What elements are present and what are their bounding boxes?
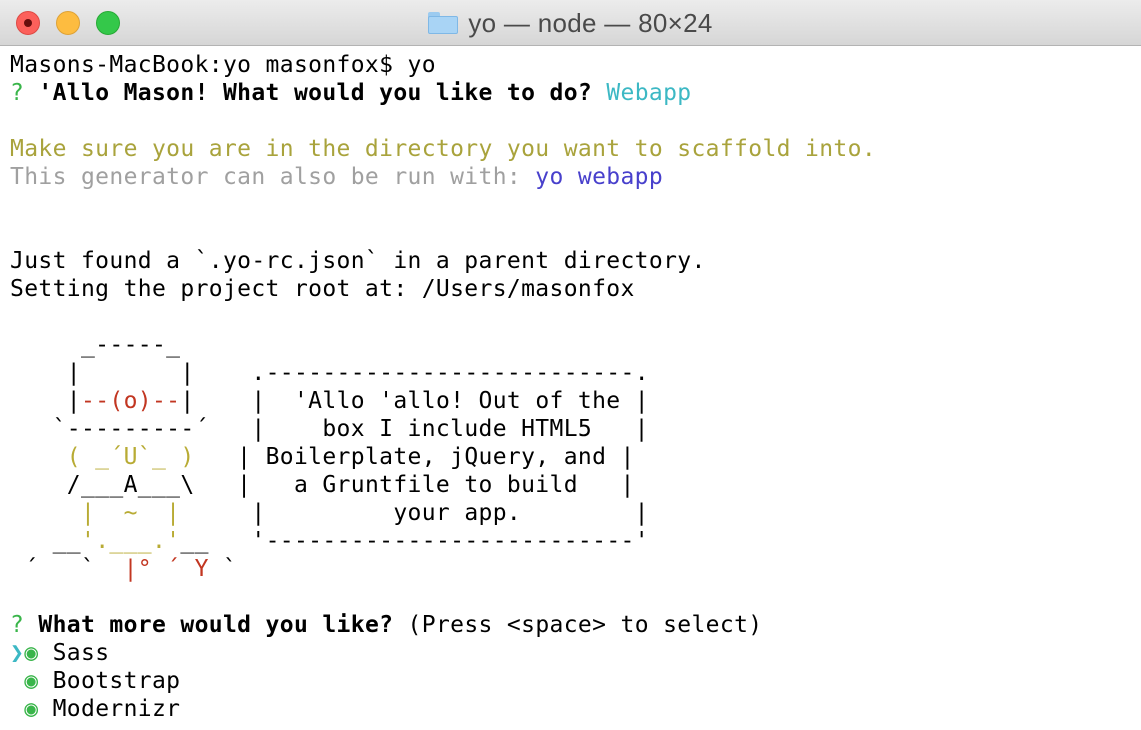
folder-icon — [428, 12, 459, 34]
art-line-3-end: | — [180, 388, 195, 414]
art-line-6: /___A___\ — [10, 472, 195, 498]
art-line-8: __ — [10, 528, 81, 554]
prompt-line: Masons-MacBook:yo masonfox$ yo — [10, 52, 436, 78]
speech-bubble-top: .--------------------------. — [194, 360, 649, 386]
speech-bubble-line-2: | box I include HTML5 | — [208, 416, 649, 442]
found-line: Just found a `.yo-rc.json` in a parent d… — [10, 248, 706, 274]
art-line-4: `---------´ — [10, 416, 209, 442]
art-line-1: _-----_ — [10, 332, 181, 358]
info-command: yo webapp — [535, 164, 664, 190]
question-answer: Webapp — [606, 80, 692, 106]
option-sass[interactable]: Sass — [53, 640, 110, 666]
speech-bubble-line-1: | 'Allo 'allo! Out of the | — [194, 388, 649, 414]
terminal-window: yo — node — 80×24 Masons-MacBook:yo maso… — [0, 0, 1141, 730]
speech-bubble-bottom: '--------------------------' — [208, 528, 649, 554]
question-text: 'Allo Mason! What would you like to do? — [38, 80, 593, 106]
yeoman-feet: |° ´ Y — [123, 556, 209, 582]
question-hint: (Press <space> to select) — [407, 612, 763, 638]
yeoman-eyes: --(o)-- — [81, 388, 181, 414]
yeoman-belt: '.___.' — [81, 528, 181, 554]
checkbox-icon[interactable]: ◉ — [24, 668, 38, 694]
info-line: Make sure you are in the directory you w… — [10, 136, 877, 162]
checkbox-icon[interactable]: ◉ — [24, 696, 38, 722]
terminal-output: Masons-MacBook:yo masonfox$ yo ? 'Allo M… — [10, 51, 1130, 723]
option-bootstrap[interactable]: Bootstrap — [53, 668, 181, 694]
question-text-2: What more would you like? — [38, 612, 394, 638]
window-title: yo — node — 80×24 — [468, 7, 713, 38]
speech-bubble-line-3: | Boilerplate, jQuery, and | — [194, 444, 635, 470]
yeoman-body: | ~ | — [10, 500, 181, 526]
title-area: yo — node — 80×24 — [0, 0, 1141, 46]
question-mark-2: ? — [10, 612, 25, 638]
info-hint: This generator can also be run with: — [10, 164, 536, 190]
art-line-8-end: __ — [180, 528, 209, 554]
checkbox-icon[interactable]: ◉ — [24, 640, 38, 666]
question-mark: ? — [10, 80, 25, 106]
yeoman-face: ( _´U`_ ) — [10, 444, 195, 470]
terminal-content[interactable]: Masons-MacBook:yo masonfox$ yo ? 'Allo M… — [10, 51, 1130, 730]
art-line-9-end: ` — [208, 556, 238, 582]
speech-bubble-line-4: | a Gruntfile to build | — [194, 472, 635, 498]
root-line: Setting the project root at: /Users/maso… — [10, 276, 635, 302]
art-line-2: | | — [10, 360, 195, 386]
option-modernizr[interactable]: Modernizr — [53, 696, 181, 722]
art-line-3: | — [10, 388, 81, 414]
pointer-icon: ❯ — [10, 640, 25, 666]
title-bar[interactable]: yo — node — 80×24 — [0, 0, 1141, 46]
speech-bubble-line-5: | your app. | — [180, 500, 649, 526]
art-line-9: ´ ` — [10, 556, 124, 582]
